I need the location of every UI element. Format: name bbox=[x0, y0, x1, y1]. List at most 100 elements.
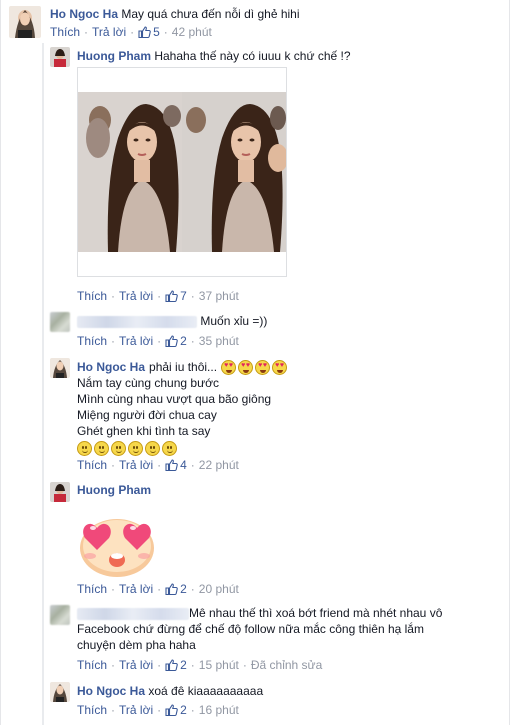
reply-thread-line bbox=[42, 43, 44, 725]
reply-2: Muốn xỉu =)) bbox=[77, 313, 497, 329]
thumbs-up-icon bbox=[165, 335, 178, 347]
avatar-ho-ngoc-ha[interactable] bbox=[50, 682, 70, 702]
comment-1-actions: Thích · Trả lời · 5 · 42 phút bbox=[50, 25, 212, 39]
like-count-value: 4 bbox=[180, 458, 187, 472]
smiley-icon bbox=[162, 441, 177, 456]
reply-link[interactable]: Trả lời bbox=[119, 582, 153, 596]
hidden-author-name[interactable] bbox=[77, 607, 189, 620]
separator: · bbox=[111, 289, 116, 303]
timestamp[interactable]: 42 phút bbox=[172, 25, 212, 39]
separator: · bbox=[190, 334, 195, 348]
reply-1-actions: Thích · Trả lời · 7 · 37 phút bbox=[77, 289, 239, 303]
like-link[interactable]: Thích bbox=[77, 289, 107, 303]
heart-eyes-sticker bbox=[77, 510, 157, 578]
author-name[interactable]: Huong Pham bbox=[77, 49, 151, 63]
avatar-hidden-user[interactable] bbox=[50, 312, 70, 332]
author-name[interactable]: Ho Ngoc Ha bbox=[77, 360, 145, 374]
separator: · bbox=[190, 458, 195, 472]
reply-4-actions: Thích · Trả lời · 2 · 20 phút bbox=[77, 582, 239, 596]
like-count[interactable]: 2 bbox=[165, 658, 187, 672]
author-name[interactable]: Ho Ngoc Ha bbox=[50, 7, 118, 21]
heart-eyes-icon bbox=[272, 359, 288, 375]
separator: · bbox=[157, 458, 162, 472]
poem-line: Mình cùng nhau vượt qua bão giông bbox=[77, 392, 272, 406]
reply-4: Huong Pham bbox=[77, 483, 497, 497]
like-count[interactable]: 5 bbox=[138, 25, 160, 39]
separator: · bbox=[190, 582, 195, 596]
comment-text: Muốn xỉu =)) bbox=[200, 314, 268, 328]
reply-1: Huong Pham Hahaha thế này có iuuu k chứ … bbox=[77, 48, 497, 64]
reply-link[interactable]: Trả lời bbox=[119, 658, 153, 672]
timestamp[interactable]: 20 phút bbox=[199, 582, 239, 596]
timestamp[interactable]: 22 phút bbox=[199, 458, 239, 472]
avatar-ho-ngoc-ha[interactable] bbox=[9, 6, 41, 38]
comment-text: xoá đê kiaaaaaaaaaa bbox=[148, 684, 264, 698]
separator: · bbox=[190, 658, 195, 672]
reply-link[interactable]: Trả lời bbox=[92, 25, 126, 39]
thumbs-up-icon bbox=[165, 583, 178, 595]
smiley-icon bbox=[77, 441, 92, 456]
reply-link[interactable]: Trả lời bbox=[119, 334, 153, 348]
like-count[interactable]: 7 bbox=[165, 289, 187, 303]
avatar-hidden-user[interactable] bbox=[50, 605, 70, 625]
reply-6-actions: Thích · Trả lời · 2 · 16 phút bbox=[77, 703, 239, 717]
timestamp[interactable]: 35 phút bbox=[199, 334, 239, 348]
timestamp[interactable]: 15 phút bbox=[199, 658, 239, 672]
avatar-huong-pham[interactable] bbox=[50, 47, 70, 67]
separator: · bbox=[84, 25, 89, 39]
reply-3: Ho Ngoc Ha phải iu thôi... Nắm tay cùng … bbox=[77, 359, 497, 456]
author-name[interactable]: Ho Ngoc Ha bbox=[77, 684, 145, 698]
separator: · bbox=[242, 658, 247, 672]
poem-line: Miệng người đời chua cay bbox=[77, 408, 217, 422]
separator: · bbox=[163, 25, 168, 39]
comment-thread: Ho Ngoc Ha May quá chưa đến nỗi dì ghẻ h… bbox=[0, 0, 510, 725]
like-count-value: 5 bbox=[153, 25, 160, 39]
heart-eyes-icon bbox=[255, 359, 271, 375]
attached-photo[interactable] bbox=[77, 67, 288, 277]
reply-link[interactable]: Trả lời bbox=[119, 703, 153, 717]
timestamp[interactable]: 16 phút bbox=[199, 703, 239, 717]
author-name[interactable]: Huong Pham bbox=[77, 483, 151, 497]
separator: · bbox=[130, 25, 135, 39]
comment-1: Ho Ngoc Ha May quá chưa đến nỗi dì ghẻ h… bbox=[50, 6, 500, 22]
like-count-value: 2 bbox=[180, 334, 187, 348]
separator: · bbox=[157, 703, 162, 717]
smiley-icon bbox=[145, 441, 160, 456]
like-link[interactable]: Thích bbox=[77, 582, 107, 596]
poem-line: Ghét ghen khi tình ta say bbox=[77, 424, 211, 438]
avatar-huong-pham[interactable] bbox=[50, 482, 70, 502]
thumbs-up-icon bbox=[138, 26, 151, 38]
heart-eyes-icon bbox=[238, 359, 254, 375]
reply-link[interactable]: Trả lời bbox=[119, 458, 153, 472]
like-count-value: 2 bbox=[180, 582, 187, 596]
smiley-icon bbox=[94, 441, 109, 456]
edited-label[interactable]: Đã chỉnh sửa bbox=[251, 658, 322, 672]
separator: · bbox=[111, 703, 116, 717]
like-link[interactable]: Thích bbox=[50, 25, 80, 39]
timestamp[interactable]: 37 phút bbox=[199, 289, 239, 303]
like-count[interactable]: 2 bbox=[165, 703, 187, 717]
comment-text-line: Facebook chứ đừng để chế độ follow nữa m… bbox=[77, 622, 424, 636]
reply-2-actions: Thích · Trả lời · 2 · 35 phút bbox=[77, 334, 239, 348]
like-link[interactable]: Thích bbox=[77, 458, 107, 472]
like-link[interactable]: Thích bbox=[77, 703, 107, 717]
like-count[interactable]: 2 bbox=[165, 334, 187, 348]
smiley-icon bbox=[111, 441, 126, 456]
like-link[interactable]: Thích bbox=[77, 658, 107, 672]
like-count[interactable]: 4 bbox=[165, 458, 187, 472]
like-link[interactable]: Thích bbox=[77, 334, 107, 348]
heart-eyes-emoji-row bbox=[221, 359, 288, 375]
separator: · bbox=[111, 582, 116, 596]
heart-eyes-icon bbox=[221, 359, 237, 375]
reply-link[interactable]: Trả lời bbox=[119, 289, 153, 303]
separator: · bbox=[111, 658, 116, 672]
avatar-ho-ngoc-ha[interactable] bbox=[50, 358, 70, 378]
comment-text-line: chuyện dèm pha haha bbox=[77, 638, 196, 652]
thumbs-up-icon bbox=[165, 704, 178, 716]
thumbs-up-icon bbox=[165, 459, 178, 471]
like-count[interactable]: 2 bbox=[165, 582, 187, 596]
photo-image bbox=[78, 68, 288, 276]
hidden-author-name[interactable] bbox=[77, 315, 197, 328]
separator: · bbox=[190, 289, 195, 303]
separator: · bbox=[157, 334, 162, 348]
